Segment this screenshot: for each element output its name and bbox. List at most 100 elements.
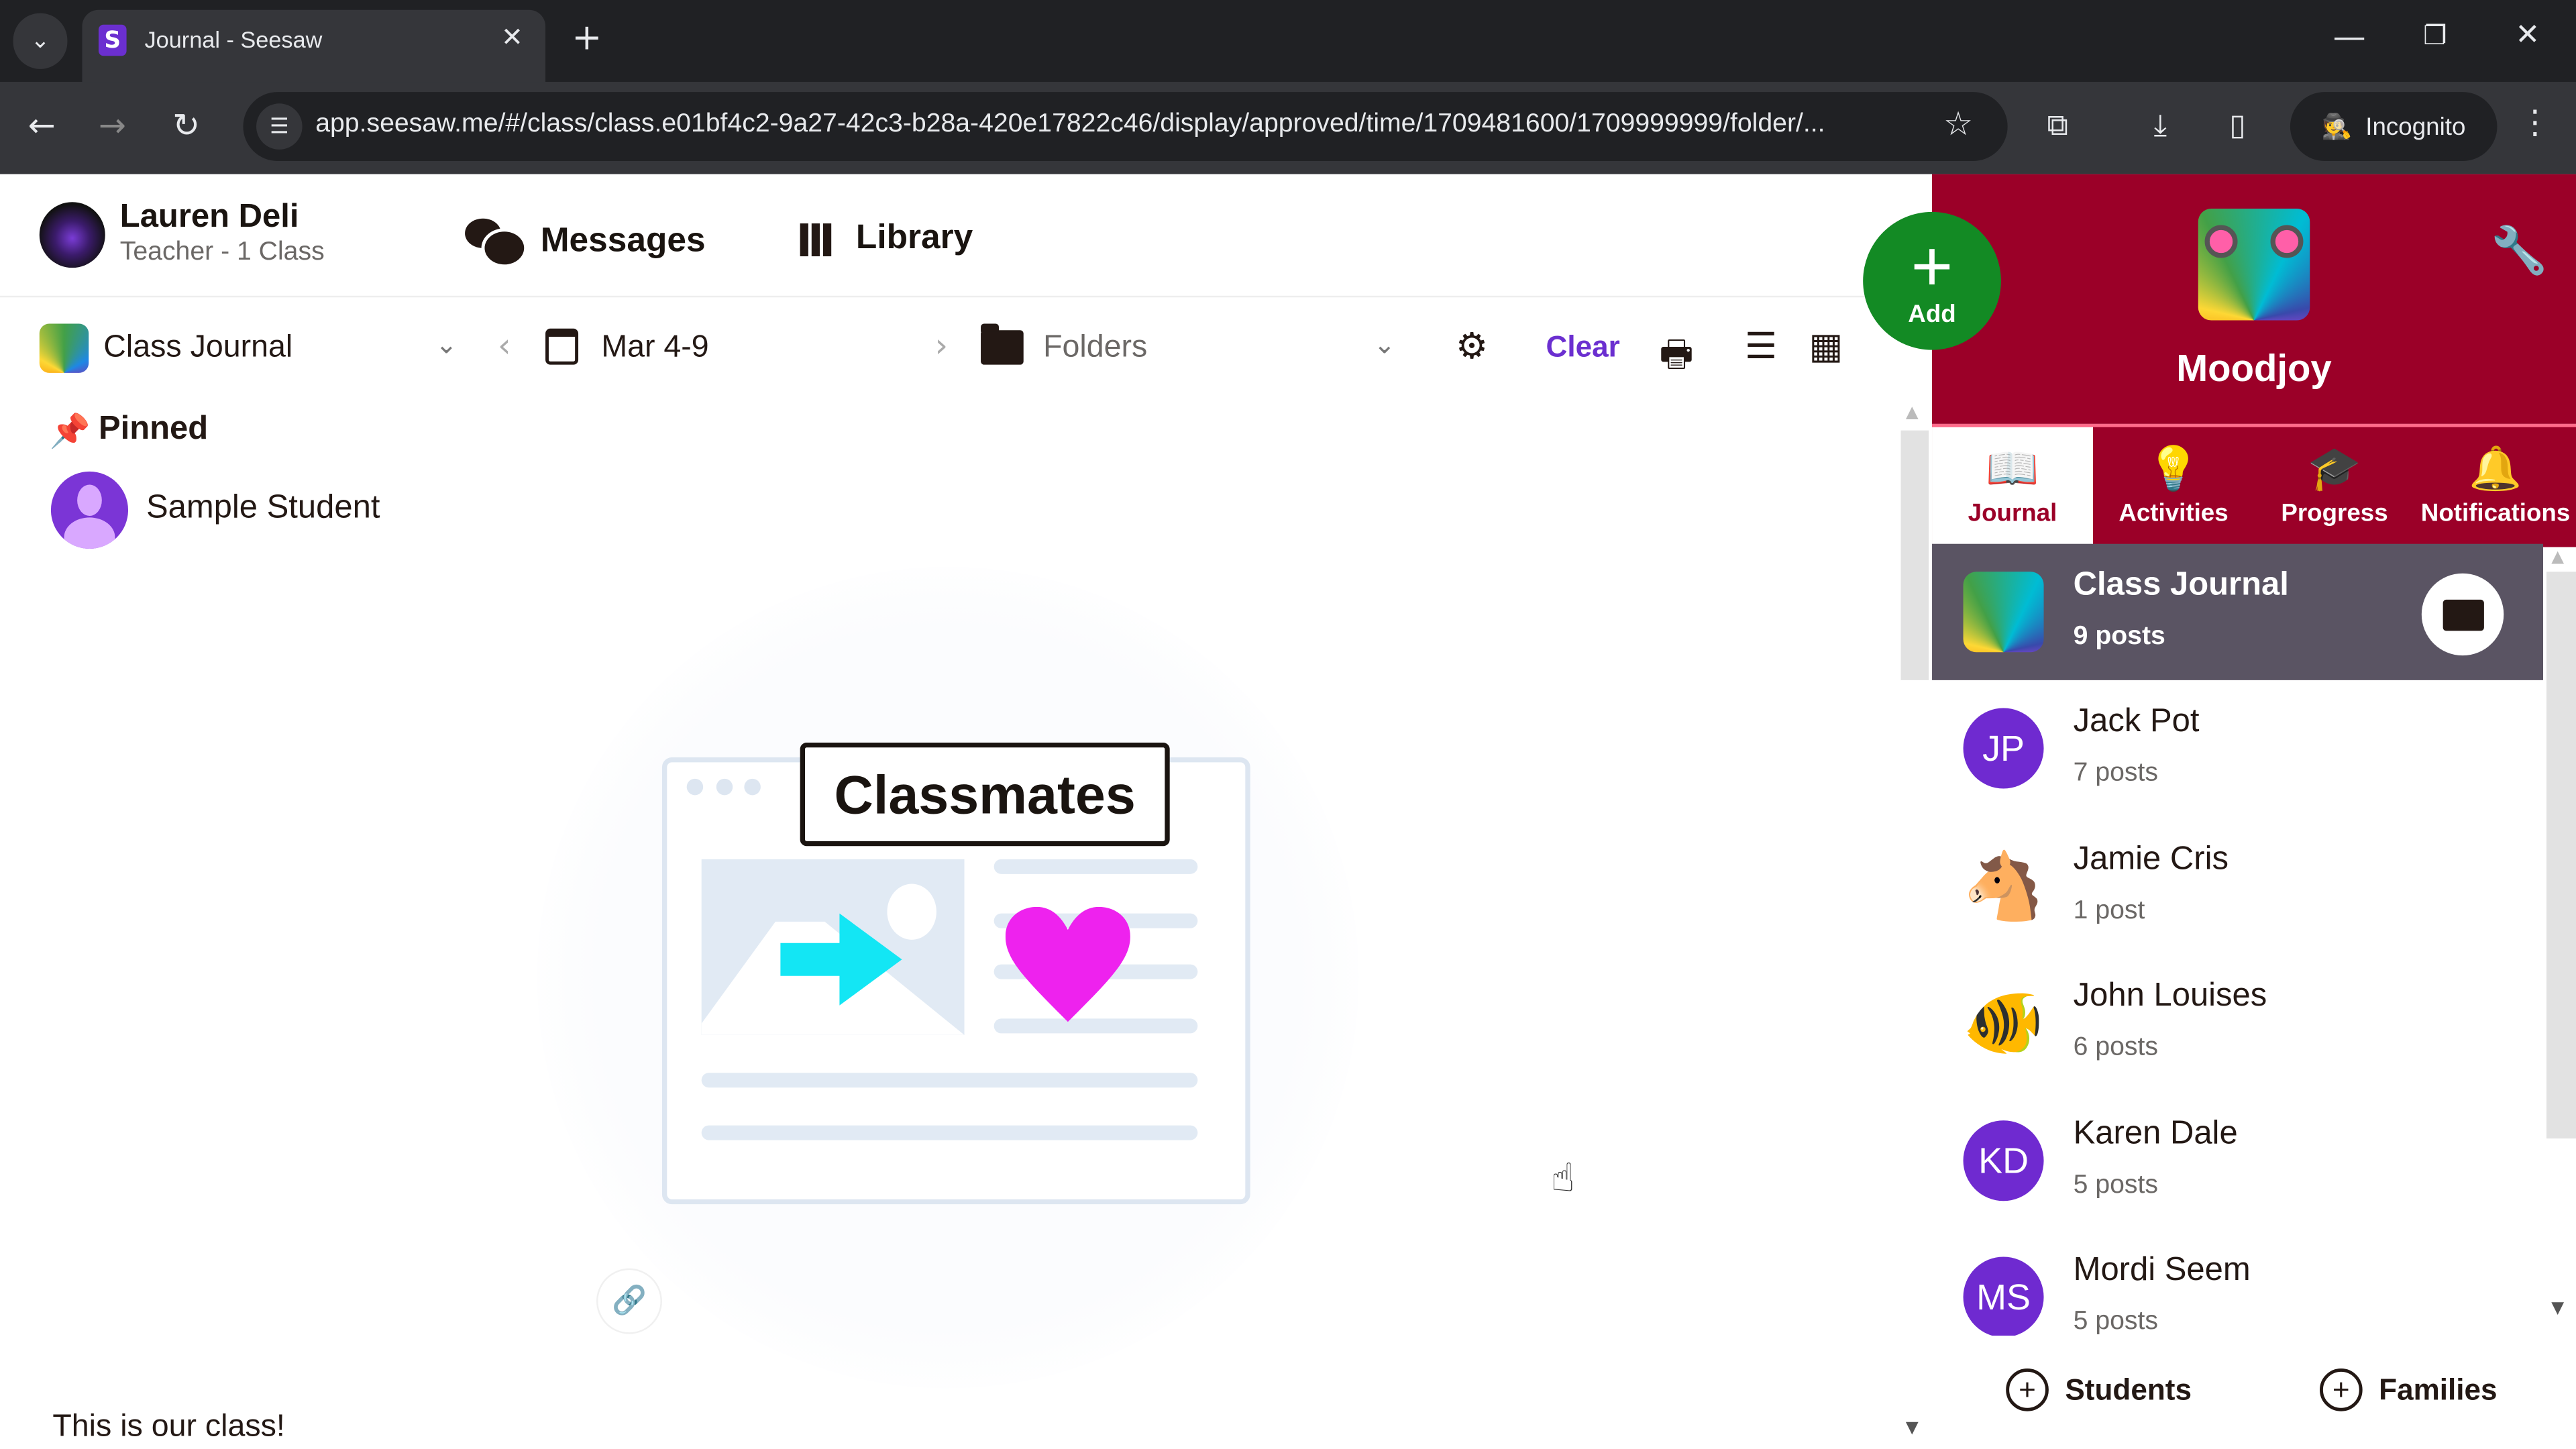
list-view-icon[interactable]: ☰ bbox=[1745, 327, 1777, 368]
scroll-down-arrow[interactable]: ▼ bbox=[1906, 1419, 1919, 1438]
reload-icon[interactable]: ↻ bbox=[172, 105, 200, 145]
tab-activities[interactable]: 💡 Activities bbox=[2093, 427, 2254, 547]
heart-icon bbox=[1005, 906, 1130, 1022]
student-list: Class Journal 9 posts JP Jack Pot 7 post… bbox=[1932, 543, 2544, 1336]
window-dot bbox=[686, 778, 704, 796]
tab-progress[interactable]: 🎓 Progress bbox=[2254, 427, 2415, 547]
scroll-up-arrow[interactable]: ▲ bbox=[1906, 404, 1919, 422]
chevron-down-icon: ⌄ bbox=[30, 28, 50, 54]
class-journal-avatar bbox=[1963, 572, 2044, 653]
prev-week-icon[interactable]: ‹ bbox=[498, 325, 511, 365]
list-item[interactable]: KD Karen Dale 5 posts bbox=[1932, 1093, 2543, 1229]
text-line bbox=[994, 859, 1198, 874]
plus-circle-icon: + bbox=[2319, 1368, 2363, 1411]
site-info-icon[interactable]: ☰ bbox=[256, 103, 303, 150]
list-item-count: 5 posts bbox=[2073, 1307, 2158, 1336]
side-panel-icon[interactable]: ▯ bbox=[2229, 109, 2245, 143]
minimize-icon[interactable]: — bbox=[2333, 16, 2366, 56]
restore-icon[interactable]: ❐ bbox=[2423, 19, 2447, 51]
avatar: MS bbox=[1963, 1256, 2044, 1336]
journal-select[interactable]: Class Journal bbox=[103, 330, 292, 366]
class-logo[interactable] bbox=[2198, 209, 2310, 321]
main-scrollbar-thumb[interactable] bbox=[1900, 430, 1929, 680]
clear-button[interactable]: Clear bbox=[1546, 330, 1620, 364]
messages-link[interactable]: Messages bbox=[465, 218, 706, 268]
list-item[interactable]: JP Jack Pot 7 posts bbox=[1932, 680, 2543, 816]
tab-title: Journal - Seesaw bbox=[144, 26, 323, 53]
list-item-count: 6 posts bbox=[2073, 1033, 2158, 1062]
library-books-icon bbox=[800, 220, 837, 257]
add-button[interactable]: + Add bbox=[1863, 211, 2001, 350]
user-avatar[interactable] bbox=[39, 202, 105, 268]
list-item[interactable]: 🐠 John Louises 6 posts bbox=[1932, 955, 2543, 1091]
back-icon[interactable]: ← bbox=[28, 105, 56, 145]
plus-circle-icon: + bbox=[2006, 1368, 2049, 1411]
tab-label: Activities bbox=[2118, 499, 2229, 528]
incognito-label: Incognito bbox=[2365, 112, 2466, 141]
list-scrollbar-thumb[interactable] bbox=[2546, 572, 2576, 1139]
hand-cursor-icon: ☝ bbox=[1550, 1155, 1575, 1201]
bookmark-star-icon[interactable]: ☆ bbox=[1943, 103, 1973, 143]
incognito-icon: 🕵 bbox=[2321, 113, 2353, 142]
url-text[interactable]: app.seesaw.me/#/class/class.e01bf4c2-9a2… bbox=[315, 110, 1933, 140]
list-item-name: Mordi Seem bbox=[2073, 1252, 2251, 1289]
students-label: Students bbox=[2065, 1373, 2192, 1406]
extensions-icon[interactable]: ⧉ bbox=[2047, 109, 2068, 143]
date-range[interactable]: Mar 4-9 bbox=[601, 330, 708, 366]
messages-label: Messages bbox=[540, 221, 706, 260]
tab-label: Notifications bbox=[2420, 499, 2571, 528]
list-item[interactable]: 🐴 Jamie Cris 1 post bbox=[1932, 818, 2543, 955]
tab-label: Journal bbox=[1968, 499, 2057, 528]
class-name[interactable]: Moodjoy bbox=[1932, 347, 2576, 391]
arrow-icon bbox=[780, 913, 902, 1006]
scroll-down-arrow[interactable]: ▼ bbox=[2551, 1299, 2564, 1318]
forward-icon[interactable]: → bbox=[99, 105, 126, 145]
list-item[interactable]: MS Mordi Seem 5 posts bbox=[1932, 1229, 2543, 1336]
chevron-down-icon[interactable]: ⌄ bbox=[1373, 329, 1395, 360]
avatar: KD bbox=[1963, 1120, 2044, 1201]
plus-icon: + bbox=[1911, 225, 1953, 307]
seesaw-favicon-icon: S bbox=[98, 24, 127, 56]
sample-student-avatar[interactable] bbox=[50, 471, 129, 549]
link-icon[interactable]: 🔗 bbox=[596, 1268, 662, 1334]
add-families-button[interactable]: + Families bbox=[2319, 1368, 2498, 1411]
text-line bbox=[701, 1073, 1198, 1088]
print-icon[interactable]: 🖶 bbox=[1659, 327, 1693, 389]
user-role: Teacher - 1 Class bbox=[119, 238, 325, 266]
tab-close-icon[interactable]: ✕ bbox=[501, 21, 523, 53]
next-week-icon[interactable]: › bbox=[934, 325, 948, 365]
sample-student-name[interactable]: Sample Student bbox=[146, 490, 380, 527]
list-item-class-journal[interactable]: Class Journal 9 posts bbox=[1932, 543, 2544, 680]
browser-menu-icon[interactable]: ⋮ bbox=[2518, 102, 2551, 142]
chevron-down-icon[interactable]: ⌄ bbox=[435, 329, 458, 360]
tab-search-button[interactable]: ⌄ bbox=[13, 13, 68, 69]
list-item-name: Jamie Cris bbox=[2073, 841, 2229, 877]
class-journal-icon bbox=[39, 323, 89, 373]
folders-select[interactable]: Folders bbox=[1043, 330, 1147, 366]
scroll-up-arrow[interactable]: ▲ bbox=[2551, 549, 2564, 567]
post-caption: This is our class! bbox=[52, 1409, 285, 1444]
filter-sliders-icon[interactable]: ⚙ bbox=[1456, 327, 1488, 368]
list-item-name: Class Journal bbox=[2073, 566, 2289, 603]
new-tab-icon[interactable]: + bbox=[572, 18, 602, 59]
window-close-icon[interactable]: ✕ bbox=[2515, 18, 2540, 52]
families-label: Families bbox=[2379, 1373, 2498, 1406]
folder-icon[interactable] bbox=[2421, 573, 2504, 656]
classmates-label: Classmates bbox=[800, 742, 1170, 847]
calendar-icon[interactable] bbox=[545, 328, 579, 365]
wrench-settings-icon[interactable]: 🔧 bbox=[2491, 223, 2548, 278]
add-students-button[interactable]: + Students bbox=[2006, 1368, 2192, 1411]
tab-journal[interactable]: 📖 Journal bbox=[1932, 427, 2094, 547]
library-link[interactable]: Library bbox=[800, 219, 973, 258]
calendar-view-icon[interactable]: ▦ bbox=[1809, 327, 1843, 368]
fish-avatar-icon: 🐠 bbox=[1962, 987, 2045, 1060]
horse-avatar-icon: 🐴 bbox=[1962, 851, 2045, 924]
incognito-badge[interactable]: 🕵 Incognito bbox=[2290, 92, 2498, 162]
download-icon[interactable]: ⤓ bbox=[2154, 109, 2167, 143]
user-name[interactable]: Lauren Deli bbox=[120, 199, 299, 236]
list-item-name: Karen Dale bbox=[2073, 1115, 2238, 1152]
window-dot bbox=[716, 778, 733, 796]
messages-icon bbox=[465, 218, 528, 268]
journal-book-icon: 📖 bbox=[1986, 443, 2039, 493]
tab-notifications[interactable]: 🔔 Notifications bbox=[2415, 427, 2576, 547]
